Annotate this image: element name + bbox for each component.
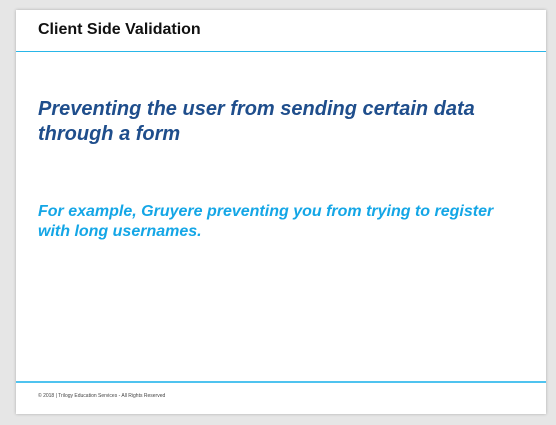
example-text: For example, Gruyere preventing you from… [38, 203, 494, 240]
slide-title: Client Side Validation [38, 21, 201, 38]
slide: Client Side Validation Preventing the us… [16, 10, 546, 414]
header-divider [16, 51, 546, 52]
main-heading: Preventing the user from sending certain… [38, 98, 475, 145]
footer-copyright: © 2018 | Trilogy Education Services - Al… [38, 393, 166, 399]
footer-divider [16, 381, 546, 383]
